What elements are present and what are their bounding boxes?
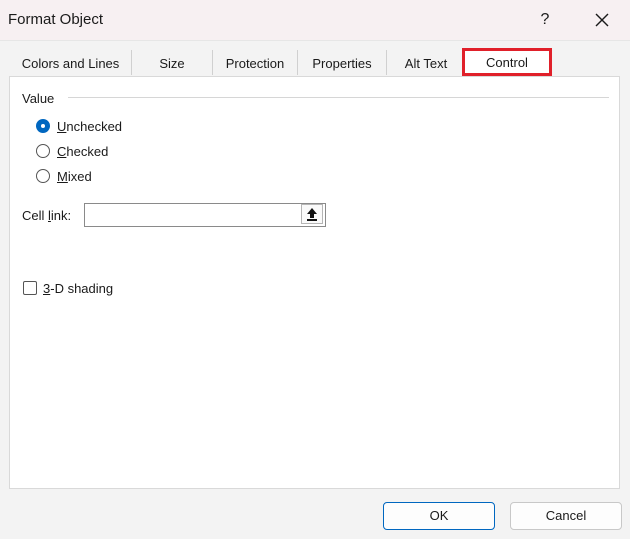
help-button[interactable]: ? [532, 6, 558, 34]
radio-empty-icon [36, 169, 50, 183]
tab-strip: Colors and Lines Size Protection Propert… [10, 48, 622, 76]
tab-colors-and-lines[interactable]: Colors and Lines [10, 50, 132, 75]
close-icon [595, 13, 609, 27]
value-group-label: Value [22, 91, 55, 106]
radio-mixed-label: Mixed [57, 168, 92, 184]
tab-size[interactable]: Size [132, 50, 213, 75]
ok-button[interactable]: OK [383, 502, 495, 530]
cell-link-input[interactable] [84, 203, 326, 227]
close-button[interactable] [588, 6, 616, 34]
radio-checked[interactable]: Checked [36, 141, 108, 161]
title-bar: Format Object ? [0, 0, 630, 41]
tab-protection[interactable]: Protection [213, 50, 298, 75]
radio-selected-icon [36, 119, 50, 133]
upload-arrow-icon [307, 208, 317, 221]
dialog-title: Format Object [8, 11, 104, 28]
radio-mixed[interactable]: Mixed [36, 166, 92, 186]
radio-unchecked[interactable]: Unchecked [36, 116, 122, 136]
collapse-dialog-button[interactable] [301, 204, 323, 224]
cancel-button[interactable]: Cancel [510, 502, 622, 530]
tab-control[interactable]: Control [462, 48, 552, 76]
cell-link-label: Cell link: [22, 208, 72, 223]
group-divider [68, 97, 609, 98]
shading-label: 3-D shading [43, 280, 114, 296]
shading-checkbox-row[interactable]: 3-D shading [23, 279, 113, 297]
shading-checkbox[interactable] [23, 281, 37, 295]
radio-unchecked-label: Unchecked [57, 118, 123, 134]
radio-checked-label: Checked [57, 143, 109, 159]
tab-alt-text[interactable]: Alt Text [387, 50, 465, 75]
tab-properties[interactable]: Properties [298, 50, 387, 75]
radio-empty-icon [36, 144, 50, 158]
control-panel: Value Unchecked Checked Mixed Cell link:… [9, 76, 620, 489]
